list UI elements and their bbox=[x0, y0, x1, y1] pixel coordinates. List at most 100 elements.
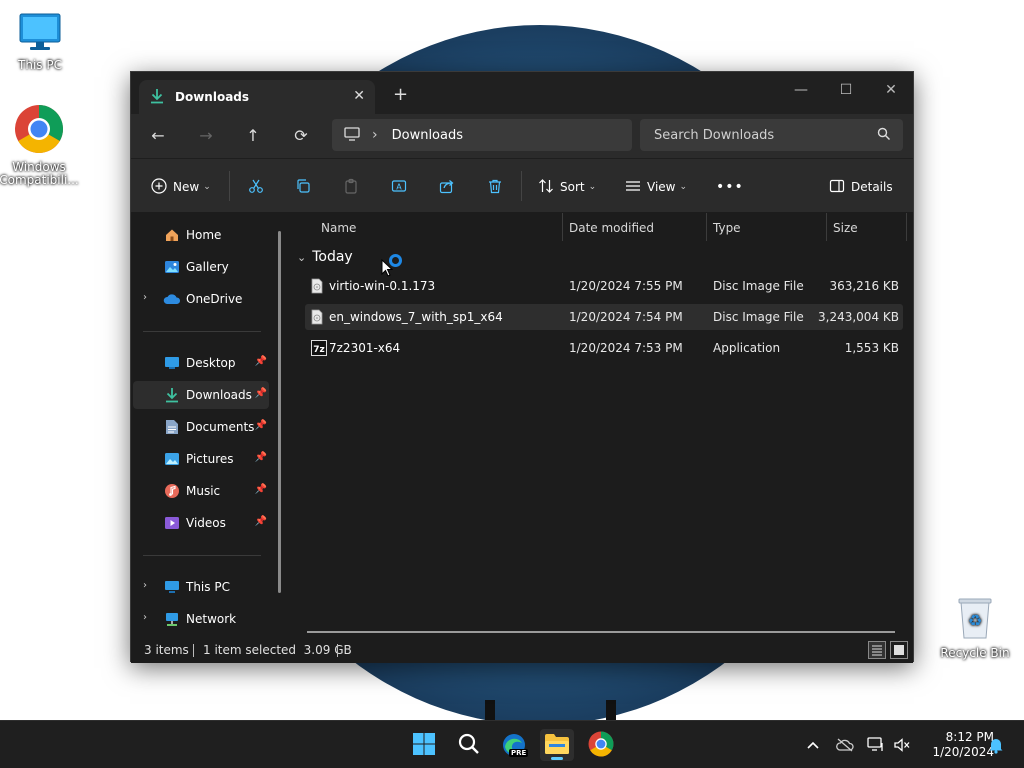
chevron-down-icon: ⌄ bbox=[203, 182, 211, 192]
horizontal-scrollbar[interactable] bbox=[307, 631, 895, 633]
tiles-view-button[interactable] bbox=[890, 641, 908, 659]
search-icon bbox=[457, 732, 481, 759]
document-icon bbox=[163, 418, 181, 436]
notification-bell-icon[interactable] bbox=[986, 735, 1006, 755]
column-divider[interactable] bbox=[562, 213, 563, 241]
start-button[interactable] bbox=[407, 729, 441, 761]
new-tab-button[interactable]: + bbox=[393, 84, 408, 105]
sort-label: Sort bbox=[560, 180, 585, 194]
paste-button[interactable] bbox=[343, 175, 359, 199]
column-divider[interactable] bbox=[826, 213, 827, 241]
sidebar-item-home[interactable]: Home bbox=[133, 221, 269, 249]
cut-button[interactable] bbox=[248, 175, 264, 199]
breadcrumb-downloads[interactable]: Downloads bbox=[392, 128, 463, 143]
sidebar-item-gallery[interactable]: Gallery bbox=[133, 253, 269, 281]
taskbar-chrome[interactable] bbox=[584, 729, 618, 761]
new-button[interactable]: New ⌄ bbox=[151, 175, 211, 199]
tab-downloads[interactable]: Downloads ✕ bbox=[139, 80, 375, 114]
sidebar-item-desktop[interactable]: Desktop 📌 bbox=[133, 349, 269, 377]
music-icon bbox=[163, 482, 181, 500]
sidebar-item-documents[interactable]: Documents 📌 bbox=[133, 413, 269, 441]
copy-button[interactable] bbox=[295, 175, 311, 199]
rename-icon: A bbox=[391, 178, 407, 197]
navigation-pane: Home Gallery › OneDrive Desktop 📌 Downlo… bbox=[131, 213, 289, 638]
pin-icon[interactable]: 📌 bbox=[255, 388, 267, 399]
table-row[interactable]: en_windows_7_with_sp1_x64 1/20/2024 7:54… bbox=[305, 304, 903, 330]
column-divider[interactable] bbox=[906, 213, 907, 241]
close-window-button[interactable]: ✕ bbox=[873, 78, 909, 102]
forward-button[interactable]: → bbox=[193, 124, 219, 148]
chevron-right-icon[interactable]: › bbox=[143, 580, 147, 591]
sidebar-item-onedrive[interactable]: › OneDrive bbox=[133, 285, 269, 313]
desktop-icon-windows-compatibility[interactable]: Windows Compatibili... bbox=[0, 104, 79, 187]
sidebar-scrollbar[interactable] bbox=[278, 231, 281, 593]
onedrive-offline-icon[interactable] bbox=[835, 735, 855, 755]
pin-icon[interactable]: 📌 bbox=[255, 452, 267, 463]
cloud-icon bbox=[163, 290, 181, 308]
status-divider bbox=[193, 644, 194, 657]
edge-icon: PRE bbox=[501, 732, 529, 758]
minimize-button[interactable]: — bbox=[783, 78, 819, 102]
sidebar-item-music[interactable]: Music 📌 bbox=[133, 477, 269, 505]
sidebar-item-downloads[interactable]: Downloads 📌 bbox=[133, 381, 269, 409]
up-button[interactable]: ↑ bbox=[240, 124, 266, 148]
volume-muted-icon[interactable] bbox=[892, 735, 912, 755]
search-button[interactable] bbox=[452, 729, 486, 761]
rename-button[interactable]: A bbox=[391, 175, 407, 199]
desktop-icon-recycle-bin[interactable]: ♻ Recycle Bin bbox=[935, 596, 1015, 660]
system-clock[interactable]: 8:12 PM 1/20/2024 bbox=[914, 730, 994, 760]
column-header-size[interactable]: Size bbox=[833, 221, 858, 235]
column-header-date[interactable]: Date modified bbox=[569, 221, 654, 235]
back-button[interactable]: ← bbox=[145, 124, 171, 148]
delete-button[interactable] bbox=[487, 175, 503, 199]
item-count: 3 items bbox=[144, 643, 189, 657]
taskbar-file-explorer[interactable] bbox=[540, 729, 574, 761]
pin-icon[interactable]: 📌 bbox=[255, 516, 267, 527]
column-header-type[interactable]: Type bbox=[713, 221, 741, 235]
chevron-right-icon[interactable]: › bbox=[143, 612, 147, 623]
pin-icon[interactable]: 📌 bbox=[255, 356, 267, 367]
pin-icon[interactable]: 📌 bbox=[255, 484, 267, 495]
refresh-button[interactable]: ⟳ bbox=[288, 124, 314, 148]
chevron-right-icon[interactable]: › bbox=[143, 292, 147, 303]
sidebar-item-network[interactable]: › Network bbox=[133, 605, 269, 633]
file-name: virtio-win-0.1.173 bbox=[329, 279, 436, 293]
show-hidden-icons-button[interactable] bbox=[803, 735, 823, 755]
group-header-today[interactable]: ⌄ Today bbox=[297, 249, 353, 265]
sidebar-item-videos[interactable]: Videos 📌 bbox=[133, 509, 269, 537]
7zip-app-icon: 7z bbox=[311, 340, 327, 359]
taskbar-edge-beta[interactable]: PRE bbox=[497, 729, 531, 761]
details-pane-button[interactable]: Details bbox=[829, 175, 893, 199]
share-button[interactable] bbox=[439, 175, 455, 199]
view-button[interactable]: View ⌄ bbox=[625, 175, 687, 199]
column-header-name[interactable]: Name bbox=[321, 221, 356, 235]
sidebar-item-this-pc[interactable]: › This PC bbox=[133, 573, 269, 601]
file-type: Disc Image File bbox=[713, 279, 804, 293]
search-input[interactable]: Search Downloads bbox=[640, 119, 903, 151]
details-view-button[interactable] bbox=[868, 641, 886, 659]
file-date: 1/20/2024 7:55 PM bbox=[569, 279, 683, 293]
address-bar[interactable]: › Downloads bbox=[332, 119, 632, 151]
wallpaper-stand bbox=[606, 700, 616, 720]
chevron-down-icon: ⌄ bbox=[679, 182, 688, 192]
desktop-icon-this-pc[interactable]: This PC bbox=[0, 12, 80, 72]
more-options-button[interactable]: ••• bbox=[716, 175, 744, 199]
sidebar-item-pictures[interactable]: Pictures 📌 bbox=[133, 445, 269, 473]
view-label: View bbox=[647, 180, 676, 194]
file-size: 363,216 KB bbox=[829, 279, 899, 293]
maximize-button[interactable]: ☐ bbox=[828, 78, 864, 102]
status-divider bbox=[337, 644, 338, 657]
network-status-icon[interactable] bbox=[866, 735, 886, 755]
monitor-icon bbox=[0, 12, 80, 55]
sidebar-item-label: Gallery bbox=[186, 260, 229, 274]
plus-circle-icon bbox=[151, 177, 167, 197]
pin-icon[interactable]: 📌 bbox=[255, 420, 267, 431]
table-row[interactable]: virtio-win-0.1.173 1/20/2024 7:55 PM Dis… bbox=[305, 273, 903, 299]
title-bar[interactable]: Downloads ✕ + — ☐ ✕ bbox=[131, 72, 913, 114]
sidebar-item-label: Downloads bbox=[186, 388, 252, 402]
column-divider[interactable] bbox=[706, 213, 707, 241]
sidebar-item-label: This PC bbox=[186, 580, 230, 594]
sort-button[interactable]: Sort ⌄ bbox=[538, 175, 596, 199]
close-tab-icon[interactable]: ✕ bbox=[353, 88, 365, 104]
table-row[interactable]: 7z 7z2301-x64 1/20/2024 7:53 PM Applicat… bbox=[305, 335, 903, 361]
